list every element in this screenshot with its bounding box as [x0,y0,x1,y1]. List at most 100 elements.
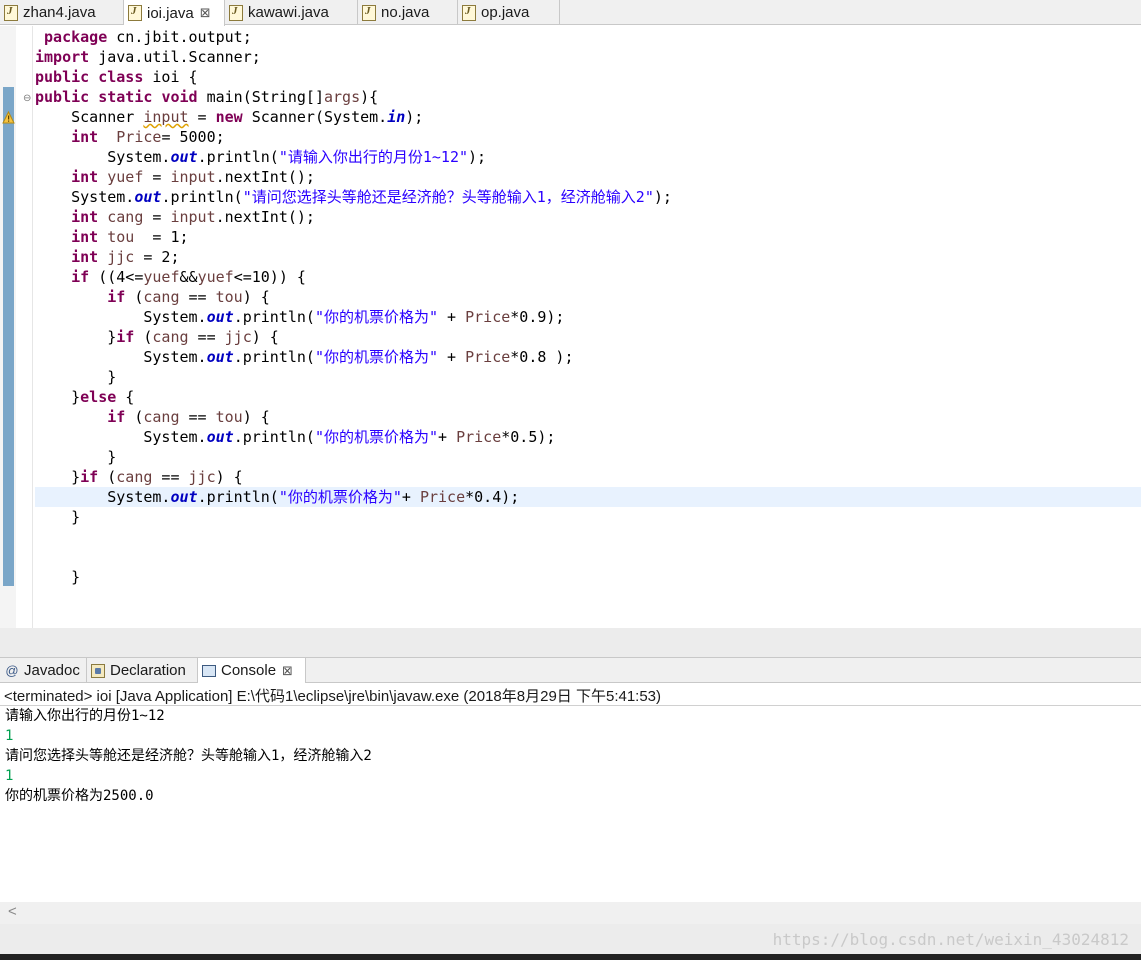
tab-javadoc[interactable]: @ Javadoc [0,658,87,683]
code-token: in [387,108,406,126]
code-line[interactable]: if ((4<=yuef&&yuef<=10)) { [35,267,672,287]
code-line[interactable]: import java.util.Scanner; [35,47,672,67]
warning-icon[interactable] [2,111,15,124]
code-token: out [134,188,162,206]
code-token: input [170,168,216,186]
code-token: jjc [188,468,216,486]
code-line[interactable]: System.out.println("你的机票价格为"+ Price*0.5)… [35,427,672,447]
tab-kawawi-java[interactable]: J kawawi.java [225,0,358,25]
console-icon [202,664,216,677]
code-editor[interactable]: ⊖ package cn.jbit.output; import java.uti… [0,26,1141,652]
code-line[interactable]: }else { [35,387,672,407]
console-output[interactable]: 请输入你出行的月份1~12 1 请问您选择头等舱还是经济舱？头等舱输入1，经济舱输入… [5,706,372,806]
close-icon[interactable]: ⊠ [282,663,293,679]
code-token: == [179,408,216,426]
code-line[interactable]: int tou = 1; [35,227,672,247]
code-token: == [179,288,216,306]
code-token: System. [35,488,171,506]
code-line[interactable]: int yuef = input.nextInt(); [35,167,672,187]
code-token: = 5000; [161,128,225,146]
code-token: public [35,88,90,106]
code-token: yuef [197,268,234,286]
code-line[interactable]: } [35,507,672,527]
code-line[interactable]: }if (cang == jjc) { [35,327,672,347]
bottom-panel-tab-bar: @ Javadoc Declaration Console ⊠ [0,657,1141,683]
code-token: && [179,268,198,286]
code-token: jjc [224,328,252,346]
code-line[interactable]: System.out.println("你的机票价格为" + Price*0.8… [35,347,672,367]
console-horizontal-scrollbar[interactable]: < [0,902,1141,924]
code-line[interactable]: package cn.jbit.output; [35,27,672,47]
console-input-line: 1 [5,728,14,744]
code-line[interactable]: Scanner input = new Scanner(System.in); [35,107,672,127]
code-token: int [71,208,99,226]
java-file-icon: J [128,5,142,21]
scroll-left-icon[interactable]: < [8,903,17,920]
code-line[interactable]: System.out.println("你的机票价格为"+ Price*0.4)… [35,487,672,507]
code-line[interactable]: int Price= 5000; [35,127,672,147]
code-token: ( [134,328,153,346]
change-marker-bar [3,87,14,586]
code-token: int [71,168,99,186]
code-token: Price [456,428,502,446]
code-token: + [401,488,420,506]
code-token: System. [35,148,171,166]
code-token: if [107,288,126,306]
code-token: ( [98,468,117,486]
tab-ioi-java[interactable]: J ioi.java ⊠ [124,0,225,26]
tab-op-java[interactable]: J op.java [458,0,560,25]
code-token: tou [215,408,243,426]
code-token: class [98,68,144,86]
console-output-line: 请输入你出行的月份1~12 [5,708,165,724]
code-token: Price [465,308,511,326]
code-line[interactable]: }if (cang == jjc) { [35,467,672,487]
code-token: if [116,328,135,346]
tab-declaration[interactable]: Declaration [87,658,198,683]
code-token: void [161,88,198,106]
fold-icon[interactable]: ⊖ [23,93,31,104]
code-line[interactable]: System.out.println("你的机票价格为" + Price*0.9… [35,307,672,327]
code-token: ( [125,408,144,426]
code-line[interactable]: int jjc = 2; [35,247,672,267]
code-line[interactable]: } [35,447,672,467]
code-line[interactable]: public static void main(String[]args){ [35,87,672,107]
source-code[interactable]: package cn.jbit.output; import java.util.… [35,27,672,587]
taskbar-edge [0,954,1141,960]
code-line[interactable]: public class ioi { [35,67,672,87]
code-line[interactable]: if (cang == tou) { [35,407,672,427]
code-token: if [71,268,90,286]
code-token: main(String[] [197,88,324,106]
code-line[interactable]: int cang = input.nextInt(); [35,207,672,227]
tab-zhan4-java[interactable]: J zhan4.java [0,0,124,25]
code-line[interactable]: } [35,567,672,587]
code-token: ((4<= [89,268,144,286]
code-token: { [116,388,135,406]
code-token: ); [653,188,672,206]
tab-no-java[interactable]: J no.java [358,0,458,25]
watermark: https://blog.csdn.net/weixin_43024812 [772,930,1129,949]
code-token: out [170,488,198,506]
code-token: System. [35,428,207,446]
code-token: new [215,108,243,126]
code-token: cang [107,208,144,226]
code-line[interactable] [35,547,672,567]
tab-console[interactable]: Console ⊠ [198,658,306,683]
javadoc-icon: @ [5,663,19,678]
close-icon[interactable]: ⊠ [200,5,211,21]
code-line[interactable]: } [35,367,672,387]
code-token: tou [107,228,135,246]
code-line[interactable] [35,527,672,547]
code-token: <=10)) { [233,268,306,286]
code-token: if [80,468,99,486]
code-token: ) { [242,288,270,306]
code-line[interactable]: System.out.println("请输入你出行的月份1~12"); [35,147,672,167]
code-token: int [71,228,99,246]
code-line[interactable]: if (cang == tou) { [35,287,672,307]
code-token: System. [35,308,207,326]
code-line[interactable]: System.out.println("请问您选择头等舱还是经济舱？头等舱输入1… [35,187,672,207]
code-token: } [35,328,117,346]
code-token: public [35,68,90,86]
